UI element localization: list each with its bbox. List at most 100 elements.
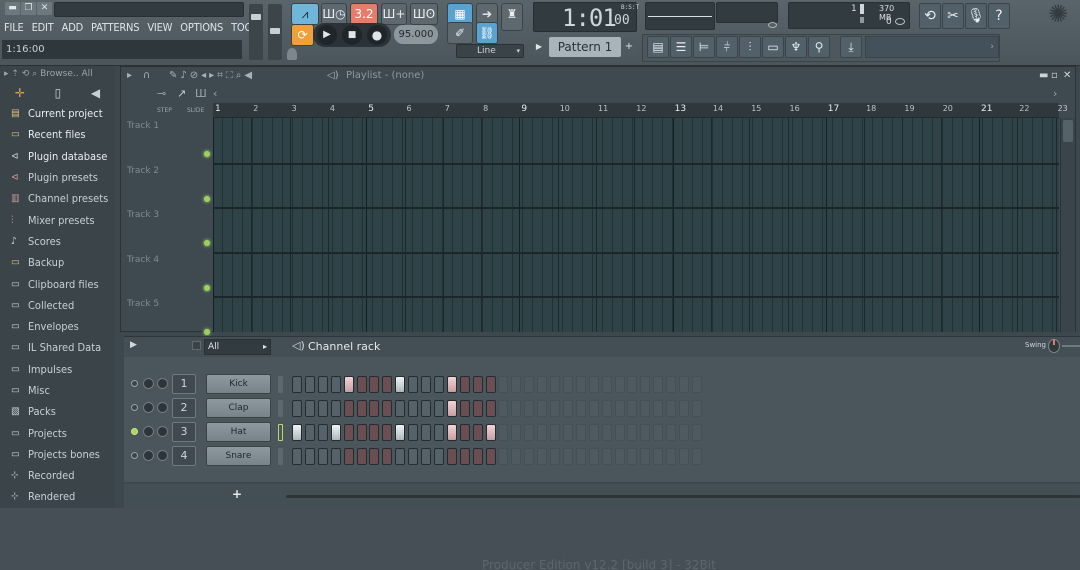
step-button[interactable] <box>562 376 573 393</box>
step-button[interactable] <box>640 424 651 441</box>
piano-roll-icon[interactable]: ⊨ <box>693 36 715 58</box>
channel-name-button[interactable]: Hat <box>206 422 271 442</box>
step-button[interactable] <box>408 376 419 393</box>
split-icon[interactable]: Ш <box>195 87 207 100</box>
step-button[interactable] <box>472 448 483 465</box>
options-arrow-icon[interactable]: ▸ <box>127 67 132 85</box>
step-button[interactable] <box>472 376 483 393</box>
channel-mixer-track[interactable]: 4 <box>172 446 196 466</box>
slide-icon[interactable]: ↗ <box>177 87 186 100</box>
step-button[interactable] <box>614 376 625 393</box>
brush-icon[interactable]: ✐ <box>447 22 473 44</box>
loop-record-icon[interactable]: ⟳ <box>291 24 314 46</box>
step-button[interactable] <box>330 448 341 465</box>
add-pattern-icon[interactable]: + <box>623 39 635 55</box>
countdown-icon[interactable]: Шʘ <box>410 3 438 25</box>
document-icon[interactable]: ▯ <box>55 86 62 100</box>
add-channel-button[interactable]: + <box>232 487 242 501</box>
tempo-field[interactable]: 95.000 <box>394 25 438 44</box>
step-button[interactable] <box>459 448 470 465</box>
step-button[interactable] <box>304 376 315 393</box>
multilink-icon[interactable]: ♜ <box>501 3 523 31</box>
magnet-icon[interactable]: ∩ <box>143 67 150 85</box>
browser-item-recorded[interactable]: ⊹ Recorded <box>0 465 115 486</box>
browser-item-plugin-presets[interactable]: ⊲ Plugin presets <box>0 167 115 188</box>
step-button[interactable] <box>653 424 664 441</box>
step-button[interactable] <box>472 400 483 417</box>
step-button[interactable] <box>550 448 560 465</box>
step-button[interactable] <box>550 424 560 441</box>
browser-filter-label[interactable]: Browse.. All <box>40 69 93 79</box>
browser-item-projects-bones[interactable]: ▭ Projects bones <box>0 444 115 465</box>
step-button[interactable] <box>446 376 457 393</box>
channel-mute-led[interactable] <box>131 404 138 411</box>
step-button[interactable] <box>408 400 419 417</box>
step-button[interactable] <box>666 400 677 417</box>
scroll-left-icon[interactable]: ‹ <box>213 87 217 100</box>
step-button[interactable] <box>304 448 315 465</box>
step-button[interactable] <box>691 400 702 417</box>
grid-mode-icon[interactable]: ⊸ <box>157 87 166 100</box>
step-button[interactable] <box>588 448 599 465</box>
step-button[interactable] <box>679 424 689 441</box>
track-mute-led[interactable] <box>204 329 210 335</box>
step-button[interactable] <box>317 400 328 417</box>
playlist-grid[interactable] <box>213 118 1059 332</box>
pattern-arrow-icon[interactable]: ▶ <box>533 39 545 55</box>
step-button[interactable] <box>343 424 354 441</box>
step-button[interactable] <box>537 448 548 465</box>
step-button[interactable] <box>408 424 419 441</box>
step-button[interactable] <box>433 376 444 393</box>
menu-view[interactable]: VIEW <box>143 19 176 37</box>
step-button[interactable] <box>550 376 560 393</box>
step-button[interactable] <box>330 424 341 441</box>
step-button[interactable] <box>343 400 354 417</box>
step-button[interactable] <box>640 400 651 417</box>
browser-item-clipboard-files[interactable]: ▭ Clipboard files <box>0 273 115 294</box>
step-button[interactable] <box>330 400 341 417</box>
snap-select[interactable]: Line ▾ <box>456 44 524 58</box>
step-button[interactable] <box>511 424 522 441</box>
step-button[interactable] <box>356 424 367 441</box>
step-button[interactable] <box>498 400 509 417</box>
step-button[interactable] <box>485 376 496 393</box>
channel-pan-knob[interactable] <box>143 402 154 413</box>
step-button[interactable] <box>653 448 664 465</box>
step-button[interactable] <box>575 448 586 465</box>
step-button[interactable] <box>421 400 431 417</box>
browser-toggle-icon[interactable]: ⚲ <box>808 36 830 58</box>
browser-item-backup[interactable]: ▭ Backup <box>0 252 115 273</box>
channel-name-button[interactable]: Snare <box>206 446 271 466</box>
channel-pan-knob[interactable] <box>143 378 154 389</box>
playlist-icon[interactable]: ▤ <box>647 36 669 58</box>
menu-file[interactable]: FILE <box>0 19 28 37</box>
channel-name-button[interactable]: Clap <box>206 398 271 418</box>
step-button[interactable] <box>292 400 302 417</box>
browser-item-scores[interactable]: ♪ Scores <box>0 231 115 252</box>
step-button[interactable] <box>614 424 625 441</box>
channel-select-indicator[interactable] <box>278 400 283 417</box>
browser-item-plugin-database[interactable]: ⊲ Plugin database <box>0 146 115 167</box>
song-position-display[interactable]: 1:01 00 B:S:T <box>533 2 639 32</box>
restore-icon[interactable]: ❐ <box>21 2 36 15</box>
step-button[interactable] <box>485 400 496 417</box>
step-button[interactable] <box>317 424 328 441</box>
step-button[interactable] <box>446 448 457 465</box>
step-button[interactable] <box>537 376 548 393</box>
step-button[interactable] <box>395 424 406 441</box>
minimize-icon[interactable]: ▬ <box>5 2 20 15</box>
step-button[interactable] <box>691 376 702 393</box>
menu-add[interactable]: ADD <box>58 19 87 37</box>
browser-item-channel-presets[interactable]: ▥ Channel presets <box>0 188 115 209</box>
step-button[interactable] <box>666 448 677 465</box>
step-button[interactable] <box>356 400 367 417</box>
step-button[interactable] <box>369 376 380 393</box>
play-button[interactable]: ▶ <box>317 25 337 45</box>
step-button[interactable] <box>601 400 612 417</box>
step-button[interactable] <box>627 448 638 465</box>
browser-item-current-project[interactable]: ▤ Current project <box>0 103 115 124</box>
step-button[interactable] <box>459 376 470 393</box>
channel-volume-knob[interactable] <box>157 426 168 437</box>
step-button[interactable] <box>395 400 406 417</box>
channel-mixer-track[interactable]: 2 <box>172 398 196 418</box>
